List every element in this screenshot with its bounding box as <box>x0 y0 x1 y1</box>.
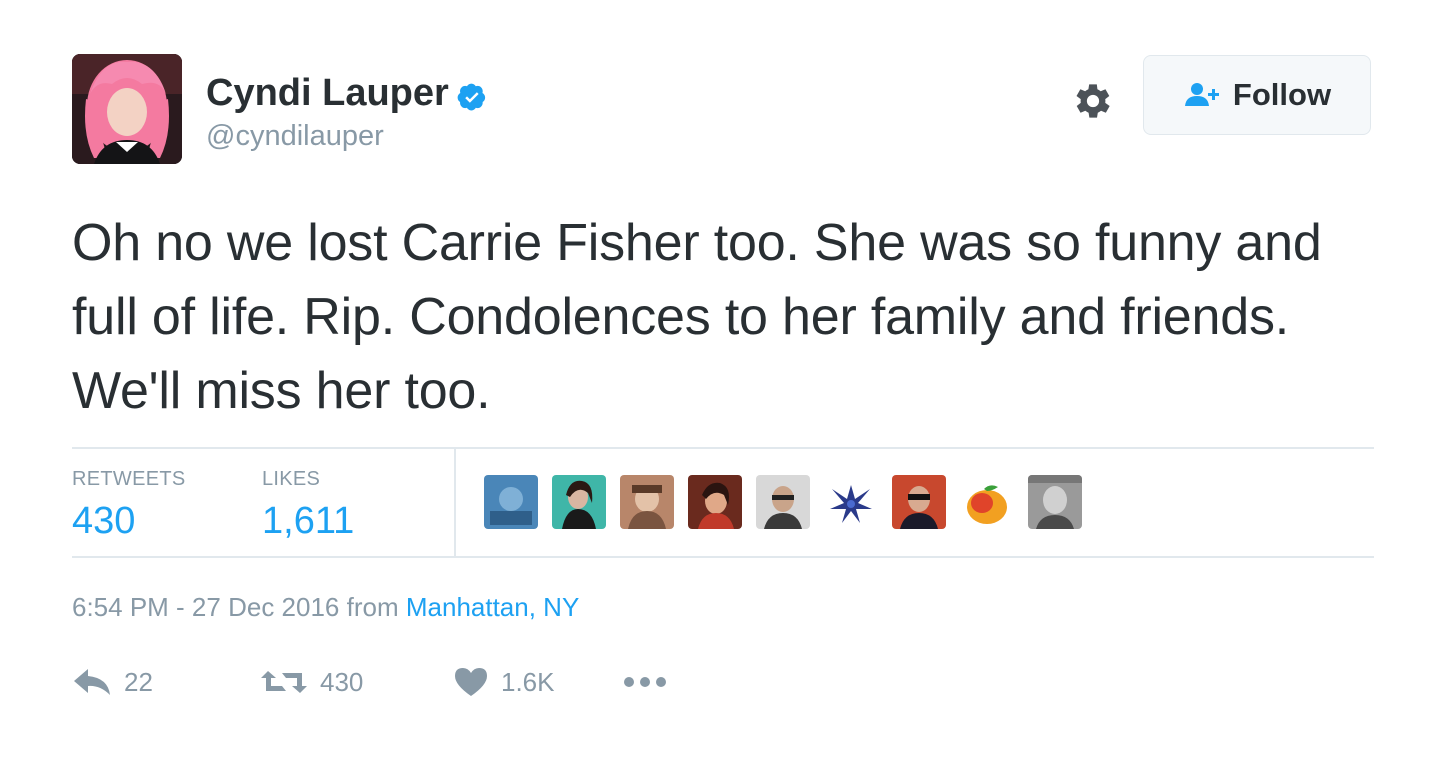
follow-person-icon <box>1183 80 1223 110</box>
follow-label: Follow <box>1232 77 1332 112</box>
liker-avatar[interactable] <box>824 475 878 529</box>
reply-icon <box>72 667 112 697</box>
author-name[interactable]: Cyndi Lauper <box>206 72 449 115</box>
liker-avatar[interactable] <box>1028 475 1082 529</box>
tweet-actions: 22 430 1.6K <box>72 666 667 698</box>
tweet-timestamp[interactable]: 6:54 PM - 27 Dec 2016 <box>72 592 339 622</box>
gear-icon[interactable] <box>1070 78 1116 124</box>
like-button[interactable]: 1.6K <box>453 666 623 698</box>
likers-avatars <box>484 475 1082 529</box>
likes-count[interactable]: 1,611 <box>262 500 354 543</box>
likes-label: LIKES <box>262 468 321 490</box>
liker-avatar[interactable] <box>756 475 810 529</box>
retweet-icon <box>260 667 308 697</box>
follow-button[interactable]: Follow <box>1143 55 1371 135</box>
from-label: from <box>346 592 399 622</box>
author-avatar[interactable] <box>72 54 182 164</box>
more-button[interactable] <box>623 676 667 688</box>
author-name-row[interactable]: Cyndi Lauper <box>206 72 487 115</box>
liker-avatar[interactable] <box>620 475 674 529</box>
like-count: 1.6K <box>501 666 555 697</box>
tweet-meta: 6:54 PM - 27 Dec 2016 from Manhattan, NY <box>72 592 579 623</box>
reply-button[interactable]: 22 <box>72 667 260 698</box>
reply-count: 22 <box>124 666 153 697</box>
retweets-label: RETWEETS <box>72 468 186 490</box>
liker-avatar[interactable] <box>960 475 1014 529</box>
tweet-text: Oh no we lost Carrie Fisher too. She was… <box>72 214 1322 420</box>
retweets-count[interactable]: 430 <box>72 500 135 543</box>
liker-avatar[interactable] <box>892 475 946 529</box>
liker-avatar[interactable] <box>688 475 742 529</box>
stats-bottom-divider <box>72 556 1374 558</box>
retweet-count: 430 <box>320 666 364 697</box>
stats-top-divider <box>72 447 1374 449</box>
heart-icon <box>453 666 489 698</box>
tweet-location[interactable]: Manhattan, NY <box>406 592 579 622</box>
author-handle[interactable]: @cyndilauper <box>206 120 384 153</box>
retweet-button[interactable]: 430 <box>260 667 453 698</box>
verified-badge-icon <box>457 79 487 110</box>
liker-avatar[interactable] <box>552 475 606 529</box>
liker-avatar[interactable] <box>484 475 538 529</box>
stats-vertical-divider <box>454 447 456 558</box>
more-icon <box>623 676 667 688</box>
